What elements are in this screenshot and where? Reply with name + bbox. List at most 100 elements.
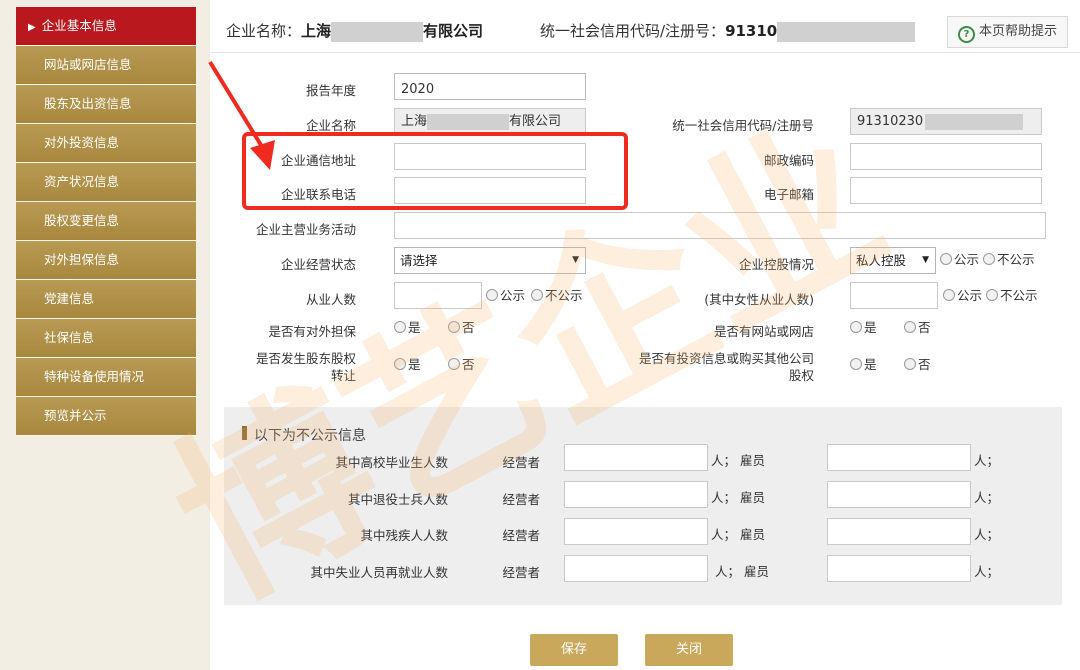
help-button[interactable]: ? 本页帮助提示 <box>947 16 1068 48</box>
disabled-employee-field[interactable] <box>827 518 971 545</box>
employee-label: 雇员 <box>740 527 766 542</box>
female-employees-field[interactable] <box>850 282 938 309</box>
sidebar-item-shareholders[interactable]: 股东及出资信息 <box>16 85 196 124</box>
page-header: 企业名称：上海 有限公司 统一社会信用代码/注册号：91310 ? 本页帮助提示 <box>210 0 1080 53</box>
email-field[interactable] <box>850 177 1042 204</box>
report-year-label: 报告年度 <box>305 83 356 98</box>
sidebar-item-guarantee[interactable]: 对外担保信息 <box>16 241 196 280</box>
reemployed-operator-field[interactable] <box>564 555 708 582</box>
nonpublic-title: 以下为不公示信息 <box>254 428 366 444</box>
website-no-radio[interactable]: 否 <box>904 321 931 335</box>
status-label: 企业经营状态 <box>280 257 356 272</box>
masked-text <box>331 21 424 42</box>
employee-label: 雇员 <box>744 564 770 579</box>
reemployed-label: 其中失业人员再就业人数 <box>310 565 448 580</box>
equity-transfer-label: 是否发生股东股权 转让 <box>255 351 356 383</box>
close-button[interactable]: 关闭 <box>645 634 733 666</box>
equity-yes-radio[interactable]: 是 <box>394 358 421 372</box>
holding-select[interactable]: 私人控股 ▼ <box>850 247 936 274</box>
radio-icon <box>448 321 460 333</box>
website-yes-radio[interactable]: 是 <box>850 321 877 335</box>
holding-label: 企业控股情况 <box>738 257 814 272</box>
person-unit: 人； <box>711 527 737 542</box>
phone-label: 企业联系电话 <box>280 187 356 202</box>
holding-public-radio[interactable]: 公示 <box>940 253 979 267</box>
masked-text <box>427 113 510 130</box>
employee-label: 雇员 <box>740 453 766 468</box>
credit-code-header: 统一社会信用代码/注册号：91310 <box>540 20 916 42</box>
sidebar-item-preview[interactable]: 预览并公示 <box>16 397 196 436</box>
phone-field[interactable] <box>394 177 586 204</box>
main-panel: 企业名称：上海 有限公司 统一社会信用代码/注册号：91310 ? 本页帮助提示 报… <box>210 0 1080 670</box>
address-field[interactable] <box>394 143 586 170</box>
radio-icon <box>983 253 995 265</box>
operator-label: 经营者 <box>502 565 540 580</box>
guarantee-no-radio[interactable]: 否 <box>448 321 475 335</box>
graduates-operator-field[interactable] <box>564 444 708 471</box>
dropdown-arrow-icon: ▼ <box>922 255 929 265</box>
radio-icon <box>531 289 543 301</box>
company-name-label: 企业名称 <box>305 118 356 133</box>
company-name-header: 企业名称：上海 有限公司 <box>226 21 484 42</box>
dropdown-arrow-icon: ▼ <box>572 255 579 265</box>
masked-text <box>925 113 1024 130</box>
employees-field[interactable] <box>394 282 482 309</box>
sidebar-item-equity-change[interactable]: 股权变更信息 <box>16 202 196 241</box>
sidebar-item-basic-info[interactable]: ▶ 企业基本信息 <box>16 7 196 46</box>
radio-icon <box>448 358 460 370</box>
sidebar-item-special-equipment[interactable]: 特种设备使用情况 <box>16 358 196 397</box>
sidebar-item-social-security[interactable]: 社保信息 <box>16 319 196 358</box>
operator-label: 经营者 <box>502 492 540 507</box>
main-business-field[interactable] <box>394 212 1046 239</box>
person-unit: 人； <box>711 490 737 505</box>
guarantee-label: 是否有对外担保 <box>268 324 356 339</box>
person-unit: 人； <box>974 564 1000 579</box>
status-select[interactable]: 请选择 ▼ <box>394 247 586 274</box>
postcode-label: 邮政编码 <box>763 153 814 168</box>
equity-no-radio[interactable]: 否 <box>448 358 475 372</box>
investment-yes-radio[interactable]: 是 <box>850 358 877 372</box>
sidebar: ▶ 企业基本信息 网站或网店信息 股东及出资信息 对外投资信息 资产状况信息 股权… <box>0 0 210 670</box>
sidebar-nav: ▶ 企业基本信息 网站或网店信息 股东及出资信息 对外投资信息 资产状况信息 股权… <box>16 7 196 436</box>
person-unit: 人； <box>711 453 737 468</box>
disabled-operator-field[interactable] <box>564 518 708 545</box>
postcode-field[interactable] <box>850 143 1042 170</box>
nonpublic-section: 以下为不公示信息 其中高校毕业生人数 经营者 人； 雇员 人； 其中退役士兵人数… <box>224 407 1062 605</box>
graduates-label: 其中高校毕业生人数 <box>335 455 448 470</box>
veterans-operator-field[interactable] <box>564 481 708 508</box>
address-label: 企业通信地址 <box>280 153 356 168</box>
disabled-label: 其中残疾人人数 <box>360 528 448 543</box>
save-button[interactable]: 保存 <box>530 634 618 666</box>
female-employees-label: (其中女性从业人数) <box>704 292 814 307</box>
female-private-radio[interactable]: 不公示 <box>986 289 1038 303</box>
report-year-field[interactable]: 2020 <box>394 73 586 100</box>
employees-public-radio[interactable]: 公示 <box>486 289 525 303</box>
person-unit: 人； <box>974 490 1000 505</box>
active-arrow-icon: ▶ <box>28 22 36 33</box>
investment-label: 是否有投资信息或购买其他公司 股权 <box>638 351 814 383</box>
sidebar-item-assets[interactable]: 资产状况信息 <box>16 163 196 202</box>
radio-icon <box>850 358 862 370</box>
company-name-field: 上海 有限公司 <box>394 108 586 135</box>
veterans-employee-field[interactable] <box>827 481 971 508</box>
sidebar-item-investment[interactable]: 对外投资信息 <box>16 124 196 163</box>
veterans-label: 其中退役士兵人数 <box>347 492 448 507</box>
employees-private-radio[interactable]: 不公示 <box>531 289 583 303</box>
employee-label: 雇员 <box>740 490 766 505</box>
email-label: 电子邮箱 <box>763 187 814 202</box>
person-unit: 人； <box>974 527 1000 542</box>
guarantee-yes-radio[interactable]: 是 <box>394 321 421 335</box>
sidebar-item-party[interactable]: 党建信息 <box>16 280 196 319</box>
investment-no-radio[interactable]: 否 <box>904 358 931 372</box>
reemployed-employee-field[interactable] <box>827 555 971 582</box>
operator-label: 经营者 <box>502 455 540 470</box>
employees-label: 从业人数 <box>305 292 356 307</box>
holding-private-radio[interactable]: 不公示 <box>983 253 1035 267</box>
graduates-employee-field[interactable] <box>827 444 971 471</box>
radio-icon <box>986 289 998 301</box>
female-public-radio[interactable]: 公示 <box>943 289 982 303</box>
radio-icon <box>904 321 916 333</box>
sidebar-item-website[interactable]: 网站或网店信息 <box>16 46 196 85</box>
radio-icon <box>943 289 955 301</box>
radio-icon <box>394 321 406 333</box>
